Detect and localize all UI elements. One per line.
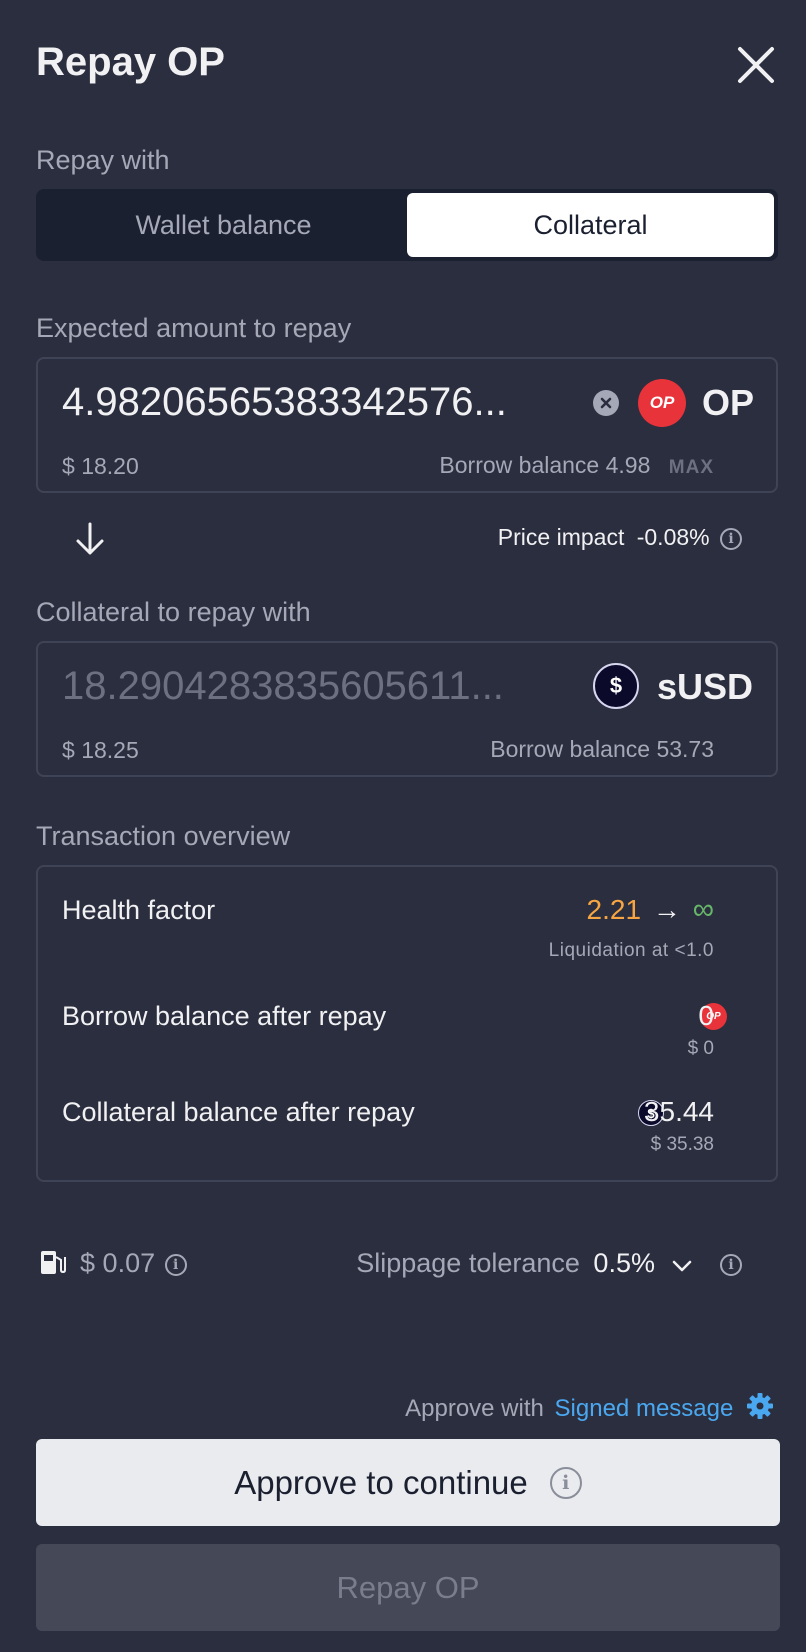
signed-message-link[interactable]: Signed message	[555, 1395, 734, 1422]
borrow-balance-value: 4.98	[605, 452, 651, 478]
approve-with: Approve with Signed message	[405, 1392, 774, 1427]
chevron-down-icon[interactable]	[672, 1249, 692, 1280]
gas-symbol: $	[80, 1248, 96, 1278]
op-token-icon: OP	[638, 379, 686, 427]
approve-with-label: Approve with	[405, 1394, 544, 1422]
clear-icon[interactable]	[593, 390, 619, 416]
close-icon[interactable]	[735, 44, 777, 86]
slippage-label: Slippage tolerance	[356, 1248, 580, 1278]
health-factor-from: 2.21	[586, 894, 642, 925]
approve-button-label: Approve to continue	[234, 1463, 528, 1501]
price-impact-value: -0.08%	[636, 524, 710, 550]
max-button[interactable]: MAX	[669, 457, 714, 478]
info-icon[interactable]: i	[164, 1253, 187, 1276]
health-factor-value: 2.21 → ∞	[587, 893, 714, 927]
health-factor-label: Health factor	[62, 895, 216, 925]
gas-pump-icon	[40, 1248, 66, 1281]
repay-amount-input[interactable]: 4.98206565383342576...	[62, 380, 578, 425]
collateral-tab[interactable]: Collateral	[407, 193, 774, 257]
transaction-overview-label: Transaction overview	[36, 821, 291, 851]
gas-estimate: $ 0.07 i	[80, 1248, 187, 1279]
repay-amount-usd: 18.20	[81, 453, 139, 479]
susd-token-icon: $	[593, 663, 639, 709]
borrow-after-value: 0	[698, 1000, 714, 1031]
health-factor-to: ∞	[692, 893, 714, 926]
borrow-after-usd: $ 0	[687, 1038, 714, 1059]
collateral-label: Collateral to repay with	[36, 597, 311, 627]
slippage-tolerance[interactable]: Slippage tolerance 0.5% i	[356, 1248, 742, 1280]
approve-button[interactable]: Approve to continue i	[36, 1439, 780, 1526]
collateral-balance-value: 53.73	[656, 736, 714, 762]
info-icon[interactable]: i	[720, 1253, 742, 1276]
borrow-after-label: Borrow balance after repay	[62, 1001, 387, 1031]
collateral-after-label: Collateral balance after repay	[62, 1097, 415, 1127]
collateral-amount-usd: 18.25	[81, 737, 139, 763]
price-impact-label: Price impact	[497, 524, 625, 550]
repay-token-symbol: OP	[702, 382, 755, 423]
liquidation-threshold: Liquidation at <1.0	[548, 940, 714, 961]
collateral-balance-label: Borrow balance	[490, 736, 651, 762]
gas-value: 0.07	[102, 1248, 156, 1278]
modal-title: Repay OP	[36, 40, 225, 84]
collateral-token-symbol: sUSD	[657, 666, 754, 707]
repay-button[interactable]: Repay OP	[36, 1544, 780, 1631]
wallet-balance-tab[interactable]: Wallet balance	[40, 193, 407, 257]
borrow-balance-label: Borrow balance	[439, 452, 600, 478]
slippage-value: 0.5%	[593, 1248, 655, 1278]
gear-icon[interactable]	[746, 1392, 774, 1427]
collateral-after-value: 35.44	[643, 1096, 714, 1127]
info-icon[interactable]: i	[720, 527, 742, 550]
usd-symbol: $	[62, 453, 75, 479]
price-impact: Price impact -0.08% i	[498, 524, 742, 551]
arrow-right-icon: →	[652, 894, 681, 925]
repay-with-label: Repay with	[36, 145, 170, 175]
collateral-amount-field: 18.2904283835605611...	[62, 664, 504, 708]
usd-symbol: $	[62, 737, 75, 763]
info-icon[interactable]: i	[549, 1466, 582, 1499]
collateral-after-usd: $ 35.38	[650, 1134, 714, 1155]
arrow-down-icon	[74, 522, 106, 561]
expected-amount-label: Expected amount to repay	[36, 313, 352, 343]
repay-with-toggle: Wallet balance Collateral	[36, 189, 778, 261]
